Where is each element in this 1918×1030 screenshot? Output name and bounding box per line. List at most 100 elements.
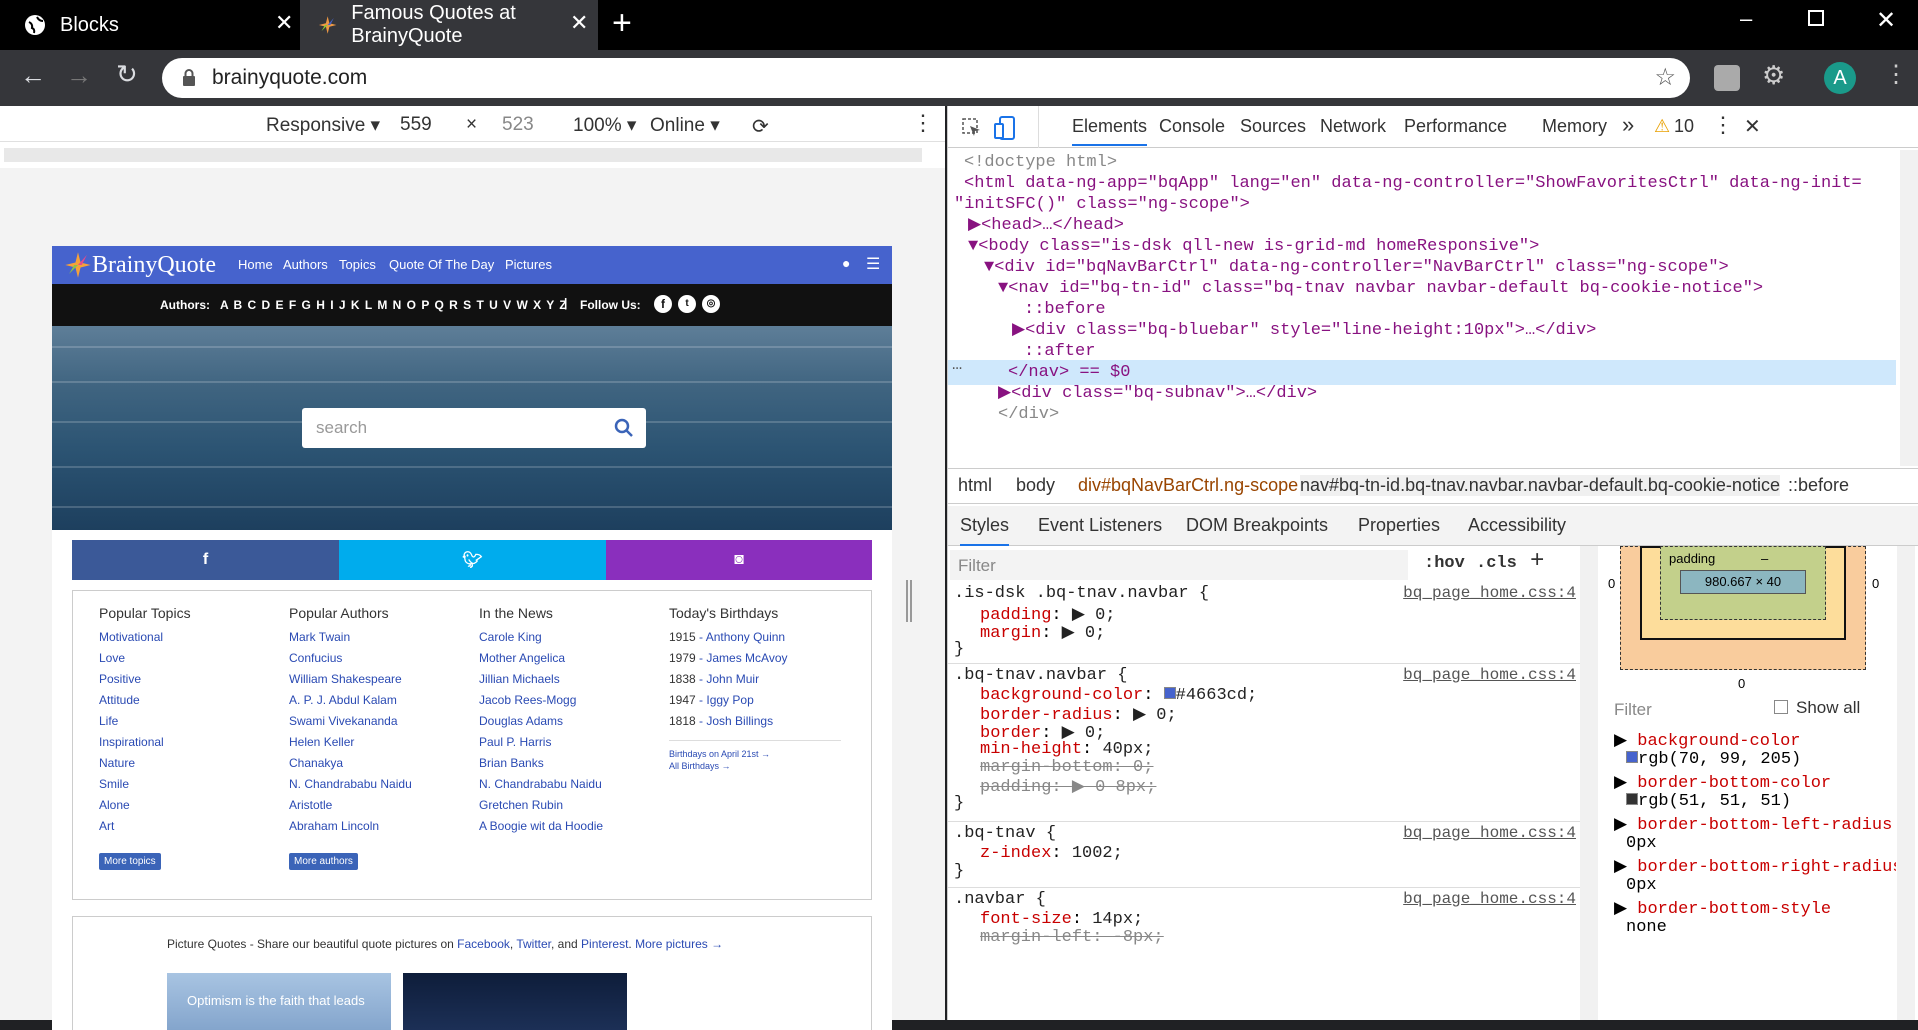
restore-icon[interactable] (1808, 10, 1824, 26)
computed-prop[interactable]: ▶ border-bottom-left-radius (1614, 814, 1892, 835)
news-link[interactable]: Paul P. Harris (479, 732, 669, 753)
birthday-item[interactable]: 1915 - Anthony Quinn (669, 627, 859, 648)
prop-value[interactable]: ▶ 0 8px; (1072, 778, 1157, 797)
close-icon[interactable]: ✕ (275, 10, 293, 36)
news-link[interactable]: N. Chandrababu Naidu (479, 774, 669, 795)
topic-link[interactable]: Life (99, 711, 289, 732)
zoom-select[interactable]: 100% ▾ (573, 114, 636, 137)
author-link[interactable]: N. Chandrababu Naidu (289, 774, 479, 795)
tab-elements[interactable]: Elements (1072, 116, 1148, 146)
color-swatch[interactable] (1163, 687, 1176, 699)
reload-icon[interactable]: ↻ (116, 59, 138, 90)
hamburger-icon[interactable]: ☰ (866, 254, 880, 274)
computed-prop[interactable]: ▶ border-bottom-style (1614, 898, 1831, 919)
bq-nav-pictures[interactable]: Pictures (505, 257, 552, 272)
topic-link[interactable]: Smile (99, 774, 289, 795)
birthday-name[interactable]: James McAvoy (706, 651, 787, 665)
prop-value[interactable]: 1002; (1072, 844, 1123, 863)
facebook-icon[interactable]: f (654, 295, 672, 313)
styles-scrollbar[interactable] (1580, 546, 1598, 1020)
prop-name[interactable]: margin (980, 624, 1041, 643)
news-link[interactable]: Jillian Michaels (479, 669, 669, 690)
dom-node[interactable]: ▶<div class="bq-bluebar" style="line-hei… (1012, 318, 1596, 343)
gear-icon[interactable]: ⚙ (1762, 60, 1785, 91)
rule-selector[interactable]: .navbar { (954, 890, 1046, 909)
rule-source-link[interactable]: bq_page_home.css:4 (1403, 824, 1576, 842)
birthday-name[interactable]: Josh Billings (706, 714, 773, 728)
prop-value[interactable]: 40px; (1102, 740, 1153, 759)
news-link[interactable]: A Boogie wit da Hoodie (479, 816, 669, 837)
topic-link[interactable]: Attitude (99, 690, 289, 711)
prop-value[interactable]: #4663cd; (1176, 686, 1258, 705)
prop-value[interactable]: -8px; (1113, 928, 1164, 947)
tab-memory[interactable]: Memory (1542, 116, 1607, 137)
letters-index[interactable]: A B C D E F G H I J K L M N O P Q R S T … (220, 298, 568, 312)
show-all-checkbox[interactable] (1774, 700, 1788, 714)
birthdays-today-link[interactable]: Birthdays on April 21st → (669, 749, 859, 759)
bq-nav-topics[interactable]: Topics (339, 257, 376, 272)
birthday-item[interactable]: 1947 - Iggy Pop (669, 690, 859, 711)
author-link[interactable]: Swami Vivekananda (289, 711, 479, 732)
rotate-icon[interactable]: ⟳ (752, 114, 769, 139)
inspect-element-icon[interactable] (962, 118, 982, 138)
prop-value[interactable]: ▶ 0; (1062, 624, 1106, 643)
computed-prop[interactable]: ▶ border-bottom-color (1614, 772, 1831, 793)
news-link[interactable]: Carole King (479, 627, 669, 648)
avatar[interactable]: A (1824, 62, 1856, 94)
more-topics-button[interactable]: More topics (99, 853, 161, 870)
instagram-icon[interactable]: ◎ (702, 295, 720, 313)
facebook-share-button[interactable]: f (72, 540, 339, 580)
prop-name[interactable]: margin-left (980, 928, 1092, 947)
more-authors-button[interactable]: More authors (289, 853, 358, 870)
new-rule-icon[interactable]: + (1530, 548, 1544, 575)
computed-prop[interactable]: ▶ background-color (1614, 730, 1801, 751)
prop-name[interactable]: margin-bottom (980, 758, 1113, 777)
breadcrumb-item[interactable]: ::before (1788, 475, 1849, 496)
cls-toggle[interactable]: .cls (1476, 554, 1517, 573)
birthday-name[interactable]: Anthony Quinn (706, 630, 785, 644)
hov-toggle[interactable]: :hov (1424, 554, 1465, 573)
minimize-icon[interactable]: – (1740, 6, 1752, 32)
author-link[interactable]: Chanakya (289, 753, 479, 774)
bq-brand[interactable]: BrainyQuote (92, 252, 216, 279)
tab-properties[interactable]: Properties (1358, 515, 1440, 536)
author-link[interactable]: Abraham Lincoln (289, 816, 479, 837)
devtools-menu-icon[interactable]: ⋮ (1712, 112, 1734, 138)
instagram-share-button[interactable]: ◙ (606, 540, 872, 580)
computed-scrollbar[interactable] (1897, 694, 1915, 1020)
device-menu-icon[interactable]: ⋮ (912, 110, 934, 136)
tab-sources[interactable]: Sources (1240, 116, 1306, 137)
topic-link[interactable]: Love (99, 648, 289, 669)
menu-kebab-icon[interactable]: ⋮ (1884, 60, 1908, 89)
tab-network[interactable]: Network (1320, 116, 1386, 137)
prop-name[interactable]: min-height (980, 740, 1082, 759)
rule-selector[interactable]: .bq-tnav.navbar { (954, 666, 1127, 685)
prop-value[interactable]: 14px; (1092, 910, 1143, 929)
breadcrumb-item[interactable]: html (958, 475, 992, 496)
all-birthdays-link[interactable]: All Birthdays → (669, 761, 859, 771)
dom-scrollbar[interactable] (1900, 150, 1918, 466)
facebook-link[interactable]: Facebook (457, 937, 510, 951)
rule-source-link[interactable]: bq_page_home.css:4 (1403, 890, 1576, 908)
birthday-item[interactable]: 1838 - John Muir (669, 669, 859, 690)
birthday-name[interactable]: Iggy Pop (706, 693, 753, 707)
topic-link[interactable]: Nature (99, 753, 289, 774)
birthday-item[interactable]: 1979 - James McAvoy (669, 648, 859, 669)
author-link[interactable]: Helen Keller (289, 732, 479, 753)
bq-nav-authors[interactable]: Authors (283, 257, 328, 272)
tab-console[interactable]: Console (1159, 116, 1225, 137)
warning-icon[interactable]: ⚠ (1654, 116, 1670, 137)
breadcrumb-item[interactable]: nav#bq-tn-id.bq-tnav.navbar.navbar-defau… (1300, 475, 1780, 496)
twitter-share-button[interactable]: 🐦︎ (339, 540, 606, 580)
color-swatch[interactable] (1626, 793, 1638, 805)
author-link[interactable]: Aristotle (289, 795, 479, 816)
twitter-link[interactable]: Twitter (516, 937, 551, 951)
search-icon[interactable] (614, 418, 634, 438)
device-toolbar-icon[interactable] (994, 116, 1016, 140)
tab-performance[interactable]: Performance (1404, 116, 1507, 137)
prop-value[interactable]: 0; (1133, 758, 1153, 777)
author-link[interactable]: Confucius (289, 648, 479, 669)
topic-link[interactable]: Art (99, 816, 289, 837)
styles-filter-input[interactable]: Filter (950, 550, 1408, 580)
news-link[interactable]: Jacob Rees-Mogg (479, 690, 669, 711)
